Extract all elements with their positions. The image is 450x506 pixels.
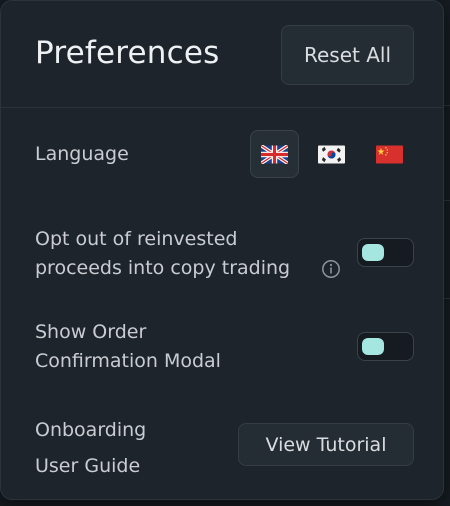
preferences-header: Preferences Reset All bbox=[1, 1, 443, 108]
background-divider bbox=[444, 200, 450, 201]
view-tutorial-button[interactable]: View Tutorial bbox=[238, 423, 414, 466]
onboarding-label-line2: User Guide bbox=[35, 455, 141, 477]
preferences-panel: Preferences Reset All Language Opt out o… bbox=[0, 0, 444, 500]
opt-out-label: Opt out of reinvested proceeds into copy… bbox=[35, 225, 325, 283]
language-label: Language bbox=[35, 143, 129, 165]
info-icon[interactable] bbox=[321, 259, 341, 279]
opt-out-toggle[interactable] bbox=[357, 238, 414, 267]
order-confirmation-label-line2: Confirmation Modal bbox=[35, 350, 221, 372]
background-divider bbox=[444, 105, 450, 106]
korean-flag-icon[interactable] bbox=[307, 130, 356, 178]
order-confirmation-label: Show Order Confirmation Modal bbox=[35, 318, 255, 376]
onboarding-label: Onboarding User Guide bbox=[35, 412, 215, 484]
english-flag-icon[interactable] bbox=[250, 130, 299, 178]
page-title: Preferences bbox=[35, 35, 220, 71]
toggle-knob bbox=[362, 244, 384, 261]
toggle-knob bbox=[362, 338, 384, 355]
reset-all-button[interactable]: Reset All bbox=[281, 25, 414, 85]
background-divider bbox=[444, 298, 450, 299]
chinese-flag-icon[interactable] bbox=[365, 130, 414, 178]
order-confirmation-toggle[interactable] bbox=[357, 332, 414, 361]
opt-out-label-line2: proceeds into copy trading bbox=[35, 257, 291, 279]
opt-out-label-line1: Opt out of reinvested bbox=[35, 228, 238, 250]
onboarding-label-line1: Onboarding bbox=[35, 419, 147, 441]
order-confirmation-label-line1: Show Order bbox=[35, 321, 147, 343]
